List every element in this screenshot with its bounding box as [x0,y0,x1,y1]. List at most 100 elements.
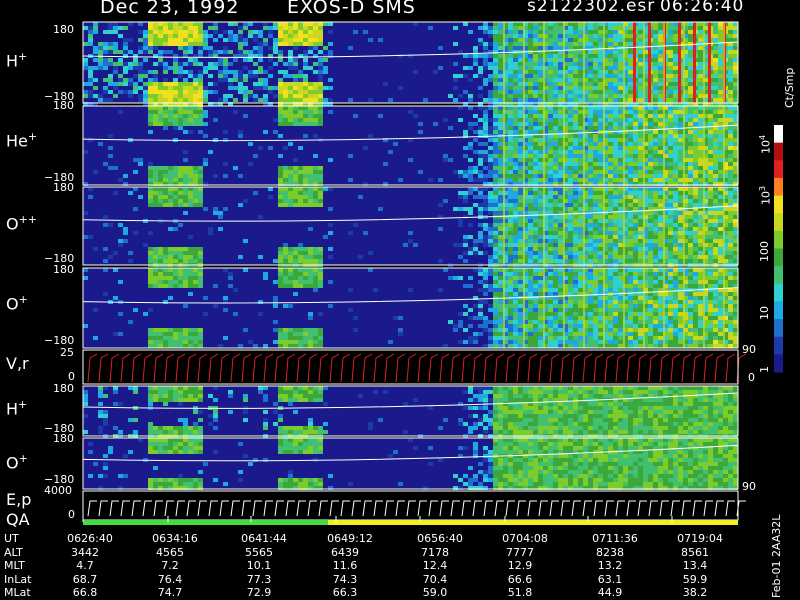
heatmap-cell [173,86,178,90]
heatmap-cell [273,26,278,30]
heatmap-cell [158,42,163,46]
heatmap-cell [168,191,173,195]
heatmap-cell [328,110,333,114]
heatmap-cell [653,231,658,235]
heatmap-cell [288,118,293,122]
heatmap-cell [208,66,213,70]
heatmap-cell [638,114,643,118]
heatmap-cell [638,162,643,166]
heatmap-cell [138,22,143,26]
heatmap-cell [193,58,198,62]
heatmap-cell [478,304,483,308]
heatmap-cell [283,170,288,174]
heatmap-cell [133,308,138,312]
heatmap-cell [278,174,283,178]
heatmap-cell [198,259,203,263]
heatmap-cell [598,162,603,166]
heatmap-cell [488,34,493,38]
heatmap-cell [153,268,158,272]
heatmap-cell [183,247,188,251]
heatmap-cell [708,239,713,243]
heatmap-cell [183,170,188,174]
heatmap-cell [288,42,293,46]
heatmap-cell [178,336,183,340]
heatmap-cell [318,174,323,178]
heatmap-cell [478,130,483,134]
heatmap-cell [508,118,513,122]
heatmap-cell [513,207,518,211]
heatmap-cell [638,86,643,90]
heatmap-cell [493,126,498,130]
heatmap-cell [283,268,288,272]
heatmap-cell [733,130,738,134]
heatmap-cell [158,332,163,336]
heatmap-cell [658,203,663,207]
heatmap-cell [488,66,493,70]
heatmap-cell [258,70,263,74]
heatmap-cell [648,174,653,178]
heatmap-cell [253,86,258,90]
heatmap-cell [658,247,663,251]
heatmap-cell [608,114,613,118]
heatmap-cell [228,62,233,66]
heatmap-cell [728,58,733,62]
heatmap-cell [588,207,593,211]
heatmap-cell [688,30,693,34]
heatmap-cell [273,280,278,284]
heatmap-cell [498,255,503,259]
heatmap-cell [308,280,313,284]
heatmap-cell [123,174,128,178]
heatmap-cell [308,203,313,207]
heatmap-cell [728,170,733,174]
heatmap-cell [183,114,188,118]
heatmap-cell [718,110,723,114]
heatmap-cell [173,66,178,70]
heatmap-cell [283,203,288,207]
heatmap-cell [293,328,298,332]
heatmap-cell [498,178,503,182]
heatmap-cell [328,231,333,235]
heatmap-cell [148,284,153,288]
heatmap-cell [673,114,678,118]
heatmap-cell [108,98,113,102]
heatmap-cell [583,22,585,103]
heatmap-cell [188,106,193,110]
heatmap-cell [628,134,633,138]
heatmap-cell [178,42,183,46]
heatmap-cell [123,78,128,82]
heatmap-cell [518,251,523,255]
heatmap-cell [318,94,323,98]
heatmap-cell [163,114,168,118]
heatmap-cell [478,126,483,130]
heatmap-cell [153,106,158,110]
heatmap-cell [168,178,173,182]
heatmap-cell [518,154,523,158]
heatmap-cell [718,187,723,191]
heatmap-cell [288,284,293,288]
heatmap-cell [513,22,518,26]
heatmap-cell [628,54,633,58]
heatmap-cell [228,78,233,82]
heatmap-cell [673,211,678,215]
heatmap-cell [353,114,358,118]
heatmap-cell [243,50,248,54]
heatmap-cell [653,170,658,174]
heatmap-cell [728,82,733,86]
heatmap-cell [278,34,283,38]
heatmap-cell [648,134,653,138]
heatmap-cell [193,178,198,182]
heatmap-cell [698,26,703,30]
heatmap-cell [678,235,683,239]
heatmap-cell [633,247,638,251]
heatmap-cell [273,94,278,98]
heatmap-cell [83,58,88,62]
heatmap-cell [598,247,603,251]
heatmap-cell [508,223,513,227]
heatmap-cell [153,170,158,174]
heatmap-cell [568,158,573,162]
heatmap-cell [638,142,643,146]
heatmap-cell [188,42,193,46]
heatmap-cell [213,118,218,122]
heatmap-cell [283,110,288,114]
heatmap-cell [513,82,518,86]
